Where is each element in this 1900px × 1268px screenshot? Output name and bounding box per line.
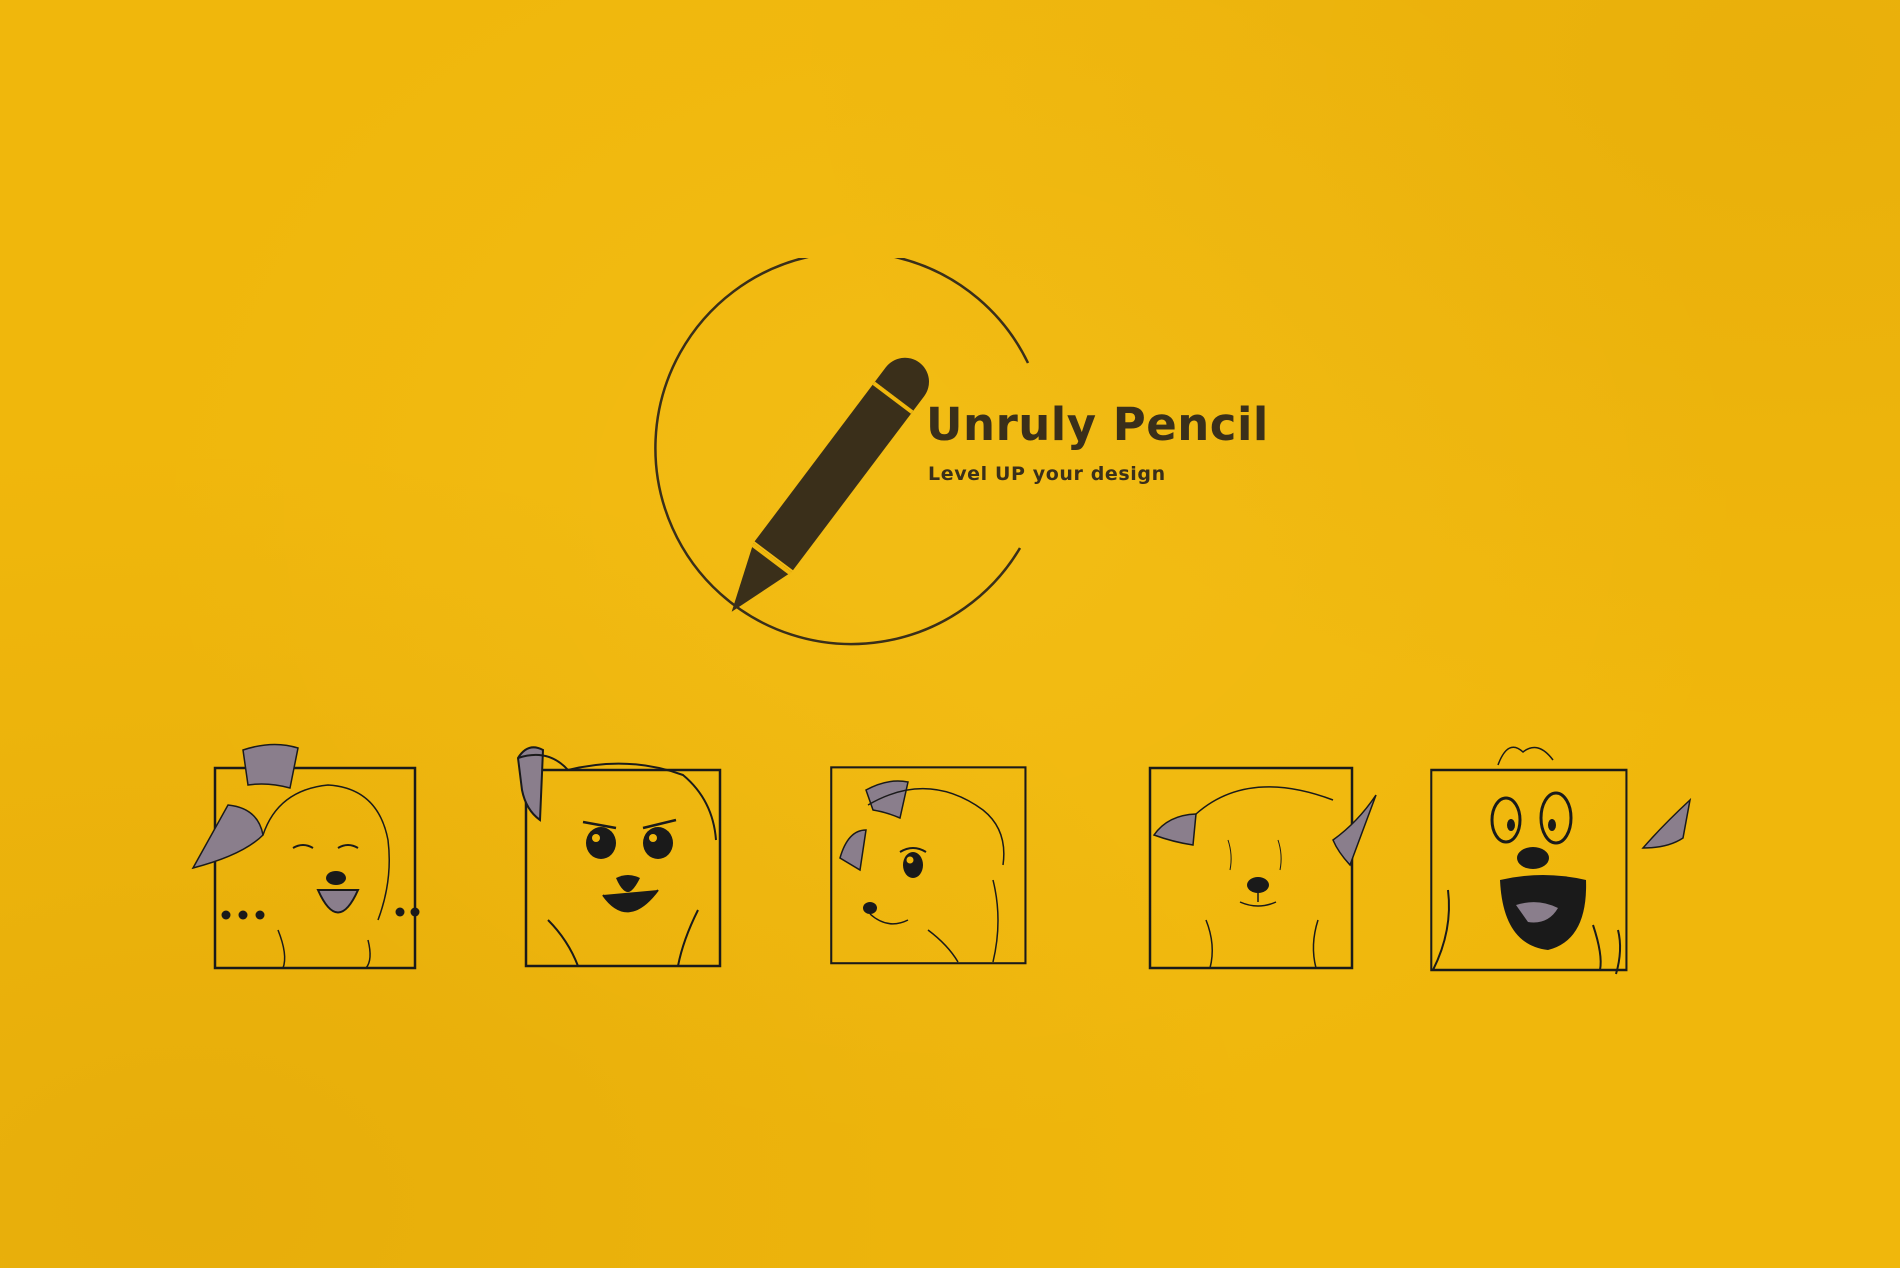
brand-title: Unruly Pencil (926, 398, 1269, 451)
mouth (1239, 901, 1277, 907)
mouth (602, 889, 659, 913)
ear-side (839, 829, 867, 872)
ear-left (516, 746, 545, 822)
ear-top (865, 780, 909, 820)
expression-panel-determined (478, 680, 722, 968)
pencil-icon (731, 357, 929, 612)
expression-panel-shocked (1408, 680, 1692, 975)
expression-panel-side-glance (788, 680, 1028, 965)
expression-panel-happy (168, 680, 420, 970)
ear-left (191, 804, 264, 870)
ear-right (1641, 797, 1692, 849)
mouth (316, 889, 360, 914)
expression-panel-blank-stare (1098, 680, 1377, 970)
ear-top (242, 743, 299, 789)
brand-tagline: Level UP your design (928, 463, 1166, 485)
ear-left (1152, 813, 1197, 846)
